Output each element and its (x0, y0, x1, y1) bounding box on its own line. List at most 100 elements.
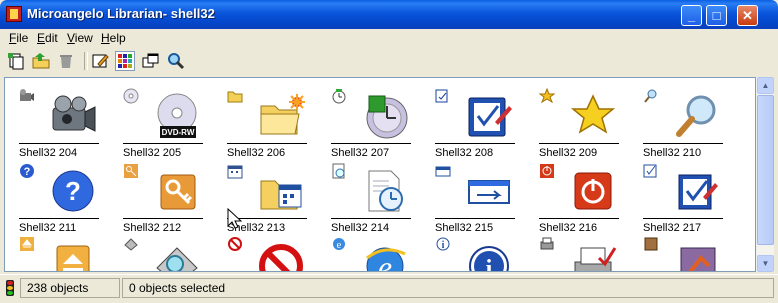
scroll-down-button[interactable]: ▼ (757, 255, 774, 272)
label-underline (539, 143, 619, 144)
scroll-thumb[interactable] (757, 95, 774, 245)
magnifier-small-icon (644, 89, 657, 103)
svg-text:?: ? (24, 166, 31, 178)
internet-explorer-icon: e (366, 247, 406, 271)
menu-view[interactable]: View (67, 31, 93, 45)
close-button[interactable]: ✕ (737, 5, 758, 26)
label-underline (435, 143, 515, 144)
app-icon[interactable] (6, 6, 22, 22)
icon-item[interactable] (123, 236, 221, 271)
status-selected-count: 0 objects selected (122, 278, 774, 298)
edit-button[interactable] (90, 51, 110, 71)
open-button[interactable] (31, 51, 51, 71)
disc-clock-icon (366, 95, 408, 139)
printer-small-icon (540, 237, 554, 250)
mouse-cursor-icon (227, 208, 243, 229)
icon-item[interactable] (539, 236, 637, 271)
window-arrow-icon (468, 180, 510, 204)
icon-item[interactable]: Shell32 204 (19, 88, 117, 168)
checklist-icon (468, 97, 512, 137)
icon-item[interactable]: Shell32 215 (435, 163, 533, 243)
stop-small-icon (228, 237, 242, 251)
scanner-icon (156, 247, 198, 271)
label-underline (331, 218, 411, 219)
icon-item[interactable] (227, 236, 325, 271)
icon-view-button[interactable] (115, 51, 135, 71)
minimize-icon: _ (687, 8, 696, 23)
menu-file[interactable]: File (9, 31, 28, 45)
printer-check-icon (574, 247, 617, 271)
svg-text:?: ? (65, 176, 81, 206)
icon-label: Shell32 209 (539, 147, 598, 159)
menu-edit[interactable]: Edit (37, 31, 58, 45)
stop-icon (259, 244, 303, 271)
checklist-small-icon (435, 89, 448, 103)
icon-item[interactable]: Shell32 208 (435, 88, 533, 168)
label-underline (435, 218, 515, 219)
icon-item[interactable]: Shell32 213 (227, 163, 325, 243)
label-underline (123, 218, 203, 219)
icon-item[interactable]: Shell32 216 (539, 163, 637, 243)
label-underline (539, 218, 619, 219)
menu-help[interactable]: Help (101, 31, 126, 45)
calendar-small-icon (227, 165, 243, 179)
icon-item[interactable]: Shell32 209 (539, 88, 637, 168)
icon-item[interactable]: Shell32 214 (331, 163, 429, 243)
title-bar[interactable]: Microangelo Librarian- shell32 _ □ ✕ (0, 0, 778, 29)
label-underline (643, 218, 723, 219)
eject-icon (56, 245, 90, 271)
new-document-icon (8, 53, 24, 70)
scroll-up-button[interactable]: ▲ (757, 77, 774, 94)
icon-item[interactable]: Shell32 212 (123, 163, 221, 243)
status-bar: 238 objects 0 objects selected (0, 274, 778, 303)
folder-small-icon (227, 91, 243, 103)
icon-item[interactable]: ? ? Shell32 211 (19, 163, 117, 243)
icon-grid[interactable]: Shell32 204 DVD-RW Shell32 205 Shell32 2… (4, 77, 756, 272)
search-button[interactable] (166, 51, 186, 71)
recycle-button[interactable] (56, 51, 76, 71)
key-icon (160, 174, 196, 210)
icon-label: Shell32 204 (19, 147, 78, 159)
search-icon (168, 53, 185, 70)
power-icon (574, 172, 612, 210)
star-icon (570, 94, 616, 134)
label-underline (19, 218, 99, 219)
menu-help-label: elp (109, 31, 126, 45)
camcorder-icon (52, 95, 96, 132)
icon-item[interactable]: Shell32 206 (227, 88, 325, 168)
window-small-icon (435, 166, 451, 177)
toolbar (4, 48, 774, 76)
maximize-button[interactable]: □ (706, 5, 727, 26)
icon-label: Shell32 208 (435, 147, 494, 159)
icon-item[interactable]: DVD-RW Shell32 205 (123, 88, 221, 168)
icon-item[interactable]: i i (435, 236, 533, 271)
new-button[interactable] (6, 51, 26, 71)
info-small-icon: i (436, 237, 450, 251)
minimize-button[interactable]: _ (681, 5, 702, 26)
clock-small-icon (332, 163, 345, 179)
edit-icon (92, 54, 109, 68)
disc-small-icon (123, 88, 139, 104)
checkbox-small-icon (643, 164, 657, 178)
menu-help-key: H (101, 31, 110, 45)
menu-edit-key: E (37, 31, 46, 45)
windows-button[interactable] (141, 51, 161, 71)
label-underline (123, 143, 203, 144)
icon-item[interactable]: e e (331, 236, 429, 271)
disc-clock-small-icon (332, 89, 346, 104)
windows-icon (142, 53, 159, 68)
svg-text:i: i (442, 240, 445, 251)
key-small-icon (124, 164, 138, 178)
icon-item[interactable]: Shell32 210 (643, 88, 741, 168)
icon-item[interactable] (643, 236, 741, 271)
vertical-scrollbar[interactable]: ▲ ▼ (756, 77, 774, 272)
label-underline (227, 143, 307, 144)
menu-view-label: iew (74, 31, 93, 45)
help-small-icon: ? (20, 164, 34, 178)
icon-label: Shell32 217 (643, 222, 702, 234)
info-icon: i (469, 246, 509, 271)
icon-item[interactable]: Shell32 207 (331, 88, 429, 168)
icon-item[interactable]: Shell32 217 (643, 163, 741, 243)
magnifier-icon (676, 95, 716, 137)
icon-item[interactable] (19, 236, 117, 271)
